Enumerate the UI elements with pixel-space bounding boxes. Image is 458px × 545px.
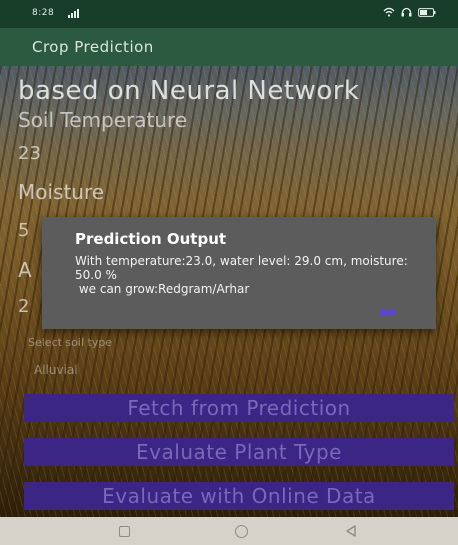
status-time: 8:28 bbox=[32, 8, 55, 18]
dialog-ok-button[interactable] bbox=[380, 309, 396, 316]
soil-temperature-label: Soil Temperature bbox=[18, 108, 188, 132]
headphones-icon bbox=[401, 7, 412, 17]
evaluate-plant-type-button[interactable]: Evaluate Plant Type bbox=[24, 438, 454, 466]
status-bar: 8:28 bbox=[0, 0, 458, 28]
page-heading: based on Neural Network bbox=[18, 76, 360, 106]
app-bar: Crop Prediction bbox=[0, 28, 458, 66]
dialog-title: Prediction Output bbox=[75, 230, 227, 248]
soil-temperature-field[interactable]: 23 bbox=[18, 143, 41, 164]
wifi-icon bbox=[383, 7, 395, 17]
soil-type-label: Select soil type bbox=[28, 336, 113, 349]
battery-icon bbox=[418, 7, 436, 17]
app-title: Crop Prediction bbox=[32, 38, 154, 56]
signal-icon bbox=[68, 9, 79, 18]
moisture-label: Moisture bbox=[18, 180, 105, 204]
navigation-bar bbox=[0, 517, 458, 545]
dialog-message: With temperature:23.0, water level: 29.0… bbox=[75, 254, 408, 296]
recent-apps-icon[interactable] bbox=[119, 526, 130, 537]
prediction-output-dialog: Prediction Output With temperature:23.0,… bbox=[42, 217, 436, 329]
soil-type-dropdown[interactable]: Alluvial bbox=[34, 363, 78, 377]
water-level-label: A bbox=[18, 258, 32, 282]
home-icon[interactable] bbox=[235, 525, 248, 538]
evaluate-online-data-button[interactable]: Evaluate with Online Data bbox=[24, 482, 454, 510]
status-icons bbox=[383, 7, 436, 17]
fetch-prediction-button[interactable]: Fetch from Prediction bbox=[24, 394, 454, 422]
moisture-field[interactable]: 5 bbox=[18, 220, 29, 241]
water-level-field[interactable]: 2 bbox=[18, 296, 29, 317]
phone-screen: 8:28 Crop Prediction based on Neural Net… bbox=[0, 0, 458, 545]
back-icon[interactable] bbox=[345, 525, 357, 537]
